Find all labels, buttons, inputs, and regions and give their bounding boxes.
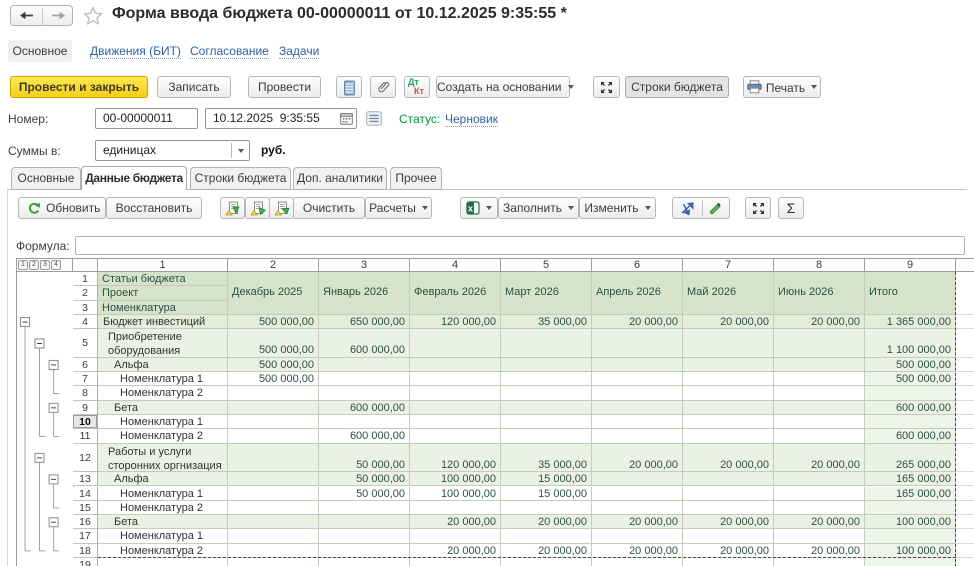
svg-text:x: x xyxy=(468,203,473,213)
